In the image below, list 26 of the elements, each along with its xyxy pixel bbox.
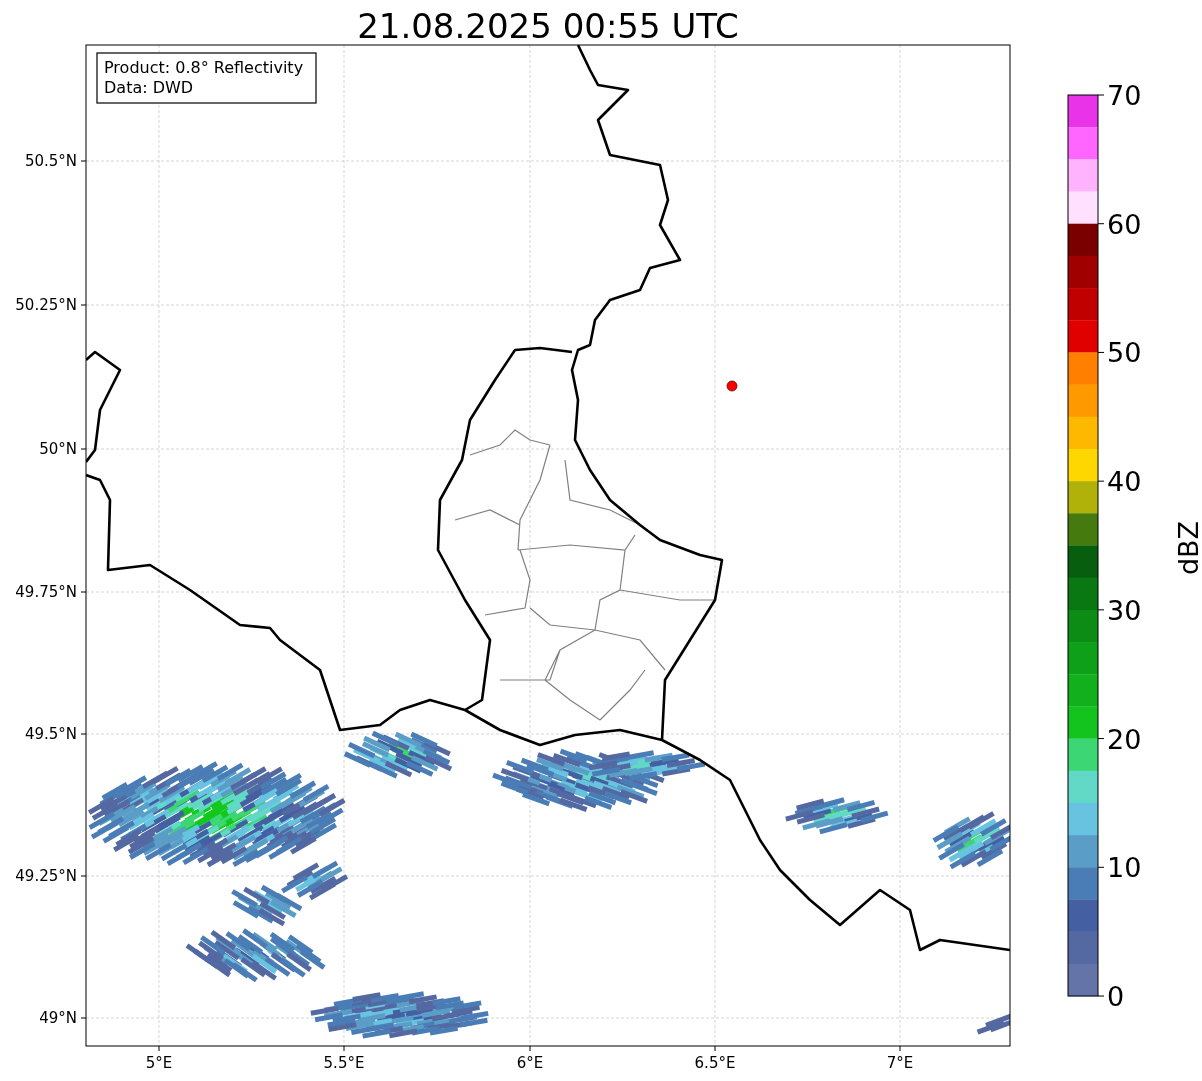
- y-tick-label: 49°N: [39, 1009, 77, 1027]
- x-tick-label: 5°E: [145, 1054, 173, 1072]
- y-tick-label: 49.25°N: [15, 867, 77, 885]
- radar-site-marker: [726, 380, 738, 392]
- colorbar-tick-label: 70: [1107, 80, 1142, 111]
- colorbar-tick-label: 40: [1107, 466, 1142, 498]
- y-tick-label: 50.5°N: [24, 152, 77, 170]
- colorbar-tick-label: 20: [1107, 723, 1142, 755]
- colorbar-tick-label: 60: [1107, 208, 1142, 240]
- colorbar-tick-label: 10: [1107, 852, 1142, 884]
- colorbar-tick-label: 50: [1107, 337, 1142, 369]
- colorbar-tick-label: 30: [1107, 594, 1142, 626]
- colorbar-tick-label: 0: [1107, 981, 1125, 1012]
- colorbar-label: dBZ: [1172, 520, 1202, 576]
- radar-echo: [976, 1013, 1010, 1035]
- info-text: Data: DWD: [104, 78, 194, 97]
- x-tick-label: 7°E: [886, 1054, 914, 1072]
- x-tick-label: 6.5°E: [694, 1054, 736, 1072]
- y-tick-label: 50.25°N: [15, 296, 77, 314]
- chart-title: 21.08.2025 00:55 UTC: [357, 6, 739, 46]
- x-tick-label: 5.5°E: [323, 1054, 365, 1072]
- y-tick-label: 49.5°N: [24, 725, 77, 743]
- x-tick-label: 6°E: [516, 1054, 544, 1072]
- y-tick-label: 50°N: [39, 440, 77, 458]
- info-text: Product: 0.8° Reflectivity: [104, 58, 304, 77]
- y-tick-label: 49.75°N: [15, 583, 77, 601]
